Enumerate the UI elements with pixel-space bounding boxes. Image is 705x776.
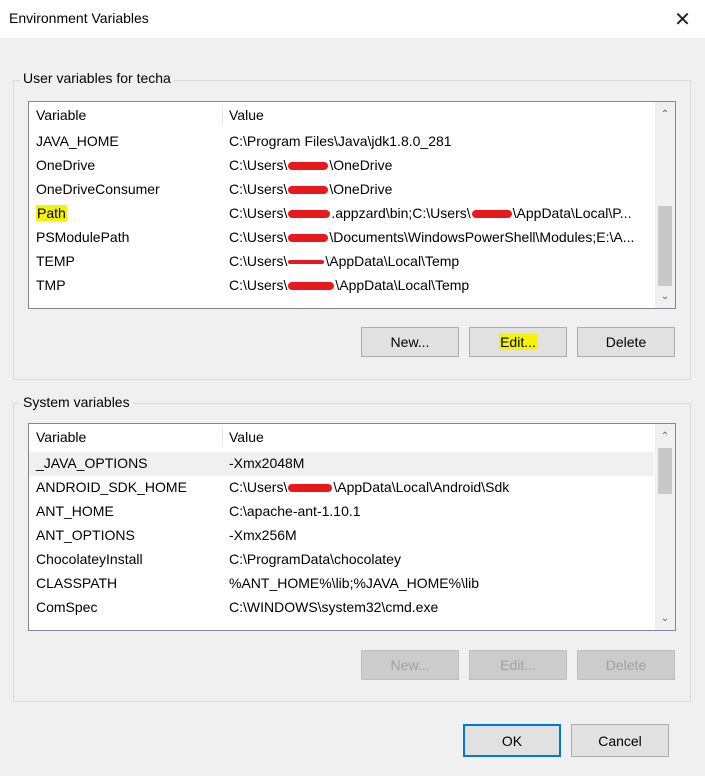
chevron-up-icon[interactable]: ⌃ [655,428,675,445]
variable-value: C:\Users\ \OneDrive [229,157,393,173]
column-header-value[interactable]: Value [229,107,264,123]
highlight-mark: Edit... [499,334,537,350]
variable-name: Path [36,205,67,221]
system-new-button[interactable]: New... [361,650,459,680]
user-variables-list[interactable]: Variable Value JAVA_HOME C:\Program File… [28,101,676,309]
chevron-down-icon[interactable]: ⌄ [655,288,675,305]
title-bar: Environment Variables ✕ [0,0,705,38]
system-delete-button[interactable]: Delete [577,650,675,680]
window-title: Environment Variables [9,10,149,26]
redaction-mark [288,162,329,171]
variable-value: C:\apache-ant-1.10.1 [229,503,361,519]
system-variables-list[interactable]: Variable Value _JAVA_OPTIONS -Xmx2048M A… [28,423,676,631]
column-separator[interactable] [222,105,223,125]
cancel-button[interactable]: Cancel [571,724,669,757]
user-delete-button[interactable]: Delete [577,327,675,357]
table-row[interactable]: ANT_HOME C:\apache-ant-1.10.1 [29,500,654,524]
list-header: Variable Value [29,424,654,450]
variable-name: OneDrive [36,157,96,173]
variable-value: C:\ProgramData\chocolatey [229,551,401,567]
variable-name: _JAVA_OPTIONS [36,455,148,471]
close-icon[interactable]: ✕ [660,0,705,38]
variable-name: ANDROID_SDK_HOME [36,479,187,495]
variable-value: C:\Users\ .appzard\bin;C:\Users\ \AppData\… [229,205,632,221]
variable-value: C:\Users\ \AppData\Local\Temp [229,277,470,293]
variable-name: CLASSPATH [36,575,118,591]
redaction-mark [288,282,335,291]
redaction-mark [471,210,512,219]
variable-name: ComSpec [36,599,98,615]
table-row[interactable]: OneDrive C:\Users\ \OneDrive [29,154,654,178]
table-row[interactable]: TMP C:\Users\ \AppData\Local\Temp [29,274,654,298]
user-edit-button[interactable]: Edit... [469,327,567,357]
column-header-value[interactable]: Value [229,429,264,445]
variable-value: C:\Users\ \Documents\WindowsPowerShell\Mo… [229,229,635,245]
redaction-mark [288,260,325,265]
table-row[interactable]: ChocolateyInstall C:\ProgramData\chocola… [29,548,654,572]
variable-name: ANT_OPTIONS [36,527,135,543]
table-row[interactable]: OneDriveConsumer C:\Users\ \OneDrive [29,178,654,202]
ok-button[interactable]: OK [463,724,561,757]
variable-value: C:\Program Files\Java\jdk1.8.0_281 [229,133,452,149]
variable-value: C:\Users\ \AppData\Local\Android\Sdk [229,479,510,495]
redaction-mark [288,234,329,243]
variable-value: -Xmx2048M [229,455,305,471]
column-header-variable[interactable]: Variable [36,107,86,123]
variable-value: -Xmx256M [229,527,297,543]
table-row[interactable]: PSModulePath C:\Users\ \Documents\Windows… [29,226,654,250]
scroll-thumb[interactable] [658,206,672,286]
chevron-up-icon[interactable]: ⌃ [655,106,675,123]
table-row[interactable]: CLASSPATH %ANT_HOME%\lib;%JAVA_HOME%\lib [29,572,654,596]
system-edit-button[interactable]: Edit... [469,650,567,680]
variable-value: C:\WINDOWS\system32\cmd.exe [229,599,439,615]
chevron-down-icon[interactable]: ⌄ [655,610,675,627]
list-header: Variable Value [29,102,654,128]
variable-value: %ANT_HOME%\lib;%JAVA_HOME%\lib [229,575,479,591]
user-list-scrollbar[interactable]: ⌃ ⌄ [655,102,675,308]
redaction-mark [288,484,333,493]
column-separator[interactable] [222,427,223,447]
scroll-thumb[interactable] [658,448,672,494]
user-new-button[interactable]: New... [361,327,459,357]
system-variables-label: System variables [20,394,133,410]
variable-name: ChocolateyInstall [36,551,143,567]
column-header-variable[interactable]: Variable [36,429,86,445]
table-row[interactable]: JAVA_HOME C:\Program Files\Java\jdk1.8.0… [29,130,654,154]
variable-name: JAVA_HOME [36,133,119,149]
table-row[interactable]: TEMP C:\Users\ \AppData\Local\Temp [29,250,654,274]
variable-name: PSModulePath [36,229,130,245]
user-variables-label: User variables for techa [20,70,174,86]
redaction-mark [288,210,331,219]
variable-value: C:\Users\ \OneDrive [229,181,393,197]
variable-name: ANT_HOME [36,503,114,519]
variable-value: C:\Users\ \AppData\Local\Temp [229,253,460,269]
table-row[interactable]: _JAVA_OPTIONS -Xmx2048M [29,452,654,476]
variable-name: TEMP [36,253,75,269]
table-row[interactable]: ANDROID_SDK_HOME C:\Users\ \AppData\Local… [29,476,654,500]
highlight-mark: Path [36,205,67,221]
table-row[interactable]: ComSpec C:\WINDOWS\system32\cmd.exe [29,596,654,620]
variable-name: OneDriveConsumer [36,181,160,197]
system-list-scrollbar[interactable]: ⌃ ⌄ [655,424,675,630]
table-row[interactable]: ANT_OPTIONS -Xmx256M [29,524,654,548]
variable-name: TMP [36,277,66,293]
table-row[interactable]: Path C:\Users\ .appzard\bin;C:\Users\ \App… [29,202,654,226]
redaction-mark [288,186,329,195]
